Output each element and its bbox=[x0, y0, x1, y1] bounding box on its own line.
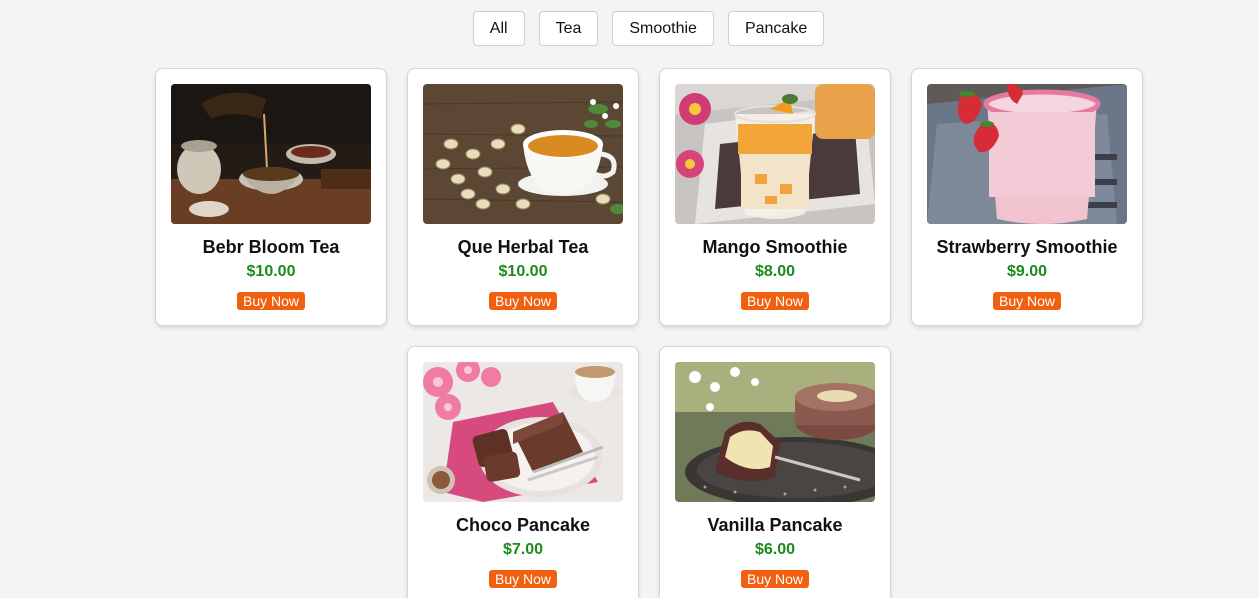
filter-tea-button[interactable]: Tea bbox=[538, 11, 599, 46]
product-card-mango-smoothie: Mango Smoothie $8.00 Buy Now bbox=[659, 68, 891, 326]
product-price: $8.00 bbox=[754, 263, 796, 280]
product-card-vanilla-pancake: Vanilla Pancake $6.00 Buy Now bbox=[659, 346, 891, 598]
product-name: Strawberry Smoothie bbox=[936, 237, 1118, 257]
strawberry-smoothie-image bbox=[927, 84, 1127, 224]
product-price: $10.00 bbox=[246, 263, 296, 280]
product-name: Bebr Bloom Tea bbox=[202, 237, 340, 257]
filter-pancake-button[interactable]: Pancake bbox=[727, 11, 825, 46]
product-price: $10.00 bbox=[498, 263, 548, 280]
product-name: Que Herbal Tea bbox=[457, 237, 589, 257]
product-page: All Tea Smoothie Pancake Bebr Bloom Tea … bbox=[0, 0, 1259, 598]
herbal-tea-cup-image bbox=[423, 84, 623, 224]
product-card-bebr-bloom-tea: Bebr Bloom Tea $10.00 Buy Now bbox=[155, 68, 387, 326]
product-name: Mango Smoothie bbox=[702, 237, 848, 257]
buy-now-button[interactable]: Buy Now bbox=[740, 570, 810, 588]
product-price: $6.00 bbox=[754, 541, 796, 558]
product-card-que-herbal-tea: Que Herbal Tea $10.00 Buy Now bbox=[407, 68, 639, 326]
product-price: $9.00 bbox=[1006, 263, 1048, 280]
buy-now-button[interactable]: Buy Now bbox=[488, 292, 558, 310]
category-filter-bar: All Tea Smoothie Pancake bbox=[0, 11, 1259, 46]
buy-now-button[interactable]: Buy Now bbox=[992, 292, 1062, 310]
buy-now-button[interactable]: Buy Now bbox=[236, 292, 306, 310]
product-card-choco-pancake: Choco Pancake $7.00 Buy Now bbox=[407, 346, 639, 598]
product-card-strawberry-smoothie: Strawberry Smoothie $9.00 Buy Now bbox=[911, 68, 1143, 326]
vanilla-cheesecake-image bbox=[675, 362, 875, 502]
buy-now-button[interactable]: Buy Now bbox=[740, 292, 810, 310]
product-name: Choco Pancake bbox=[455, 515, 591, 535]
mango-smoothie-image bbox=[675, 84, 875, 224]
buy-now-button[interactable]: Buy Now bbox=[488, 570, 558, 588]
product-name: Vanilla Pancake bbox=[707, 515, 843, 535]
choco-cake-image bbox=[423, 362, 623, 502]
filter-all-button[interactable]: All bbox=[472, 11, 525, 46]
tea-pouring-image bbox=[171, 84, 371, 224]
filter-smoothie-button[interactable]: Smoothie bbox=[612, 11, 714, 46]
product-price: $7.00 bbox=[502, 541, 544, 558]
